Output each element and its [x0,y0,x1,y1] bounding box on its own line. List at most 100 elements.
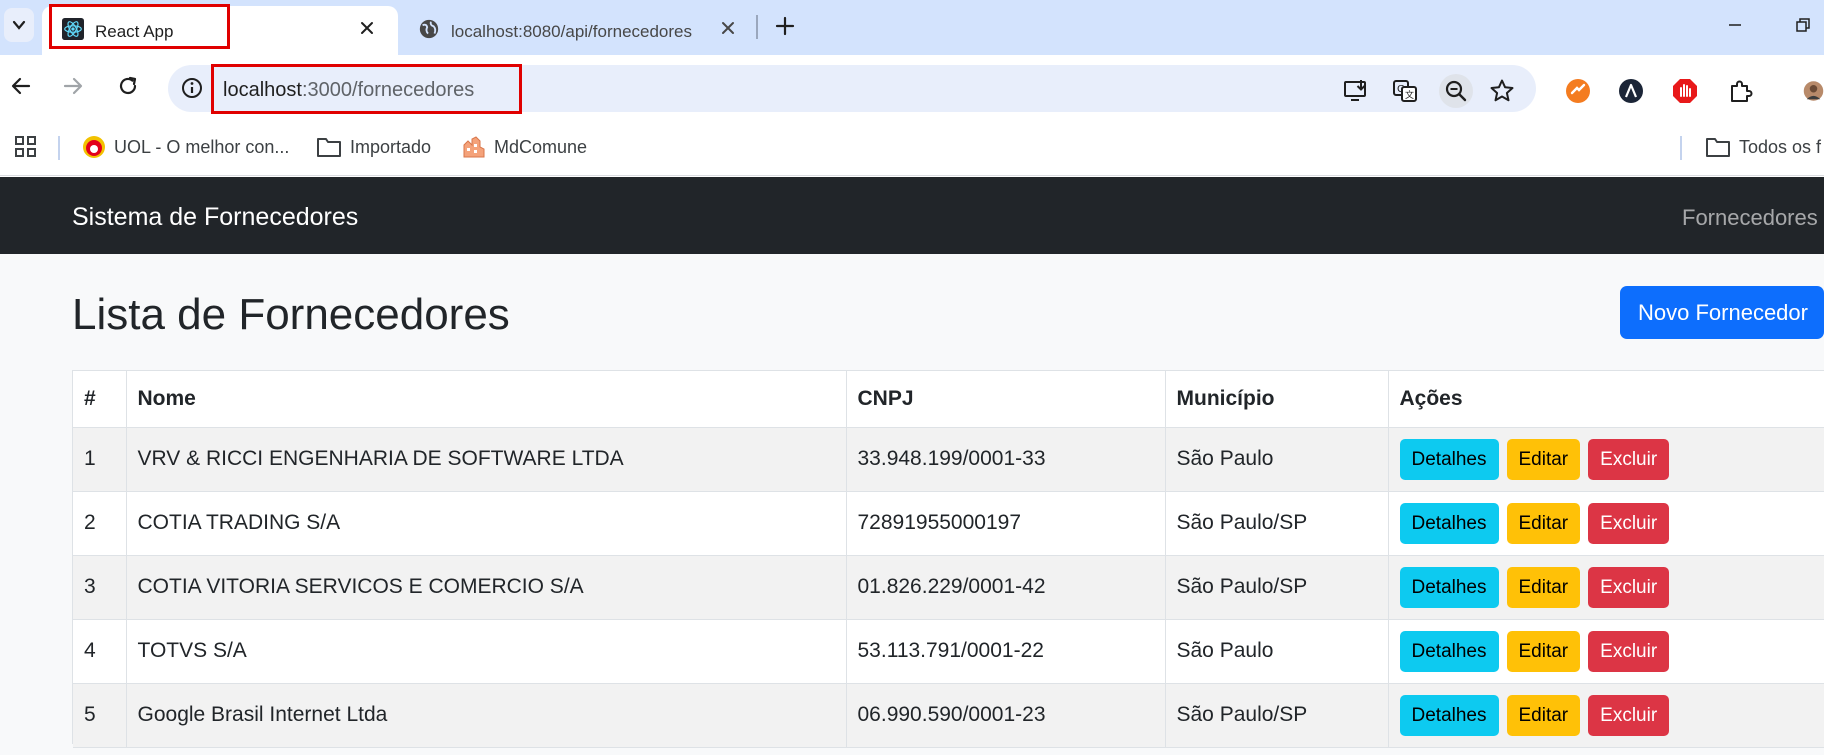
chevron-down-icon [12,20,26,30]
details-button[interactable]: Detalhes [1399,694,1499,736]
install-icon [1344,80,1366,101]
profile-avatar-button[interactable] [1803,77,1824,105]
table-row: 3 COTIA VITORIA SERVICOS E COMERCIO S/A … [73,555,1824,620]
bookmark-star-button[interactable] [1488,77,1516,105]
extension-a-icon [1619,79,1643,103]
reload-icon [119,76,137,95]
adblock-hand-icon [1673,79,1697,103]
bookmark-importado[interactable]: Importado [316,134,431,160]
info-icon [182,78,202,98]
zoom-out-icon [1445,80,1467,102]
globe-icon [419,19,439,39]
tab-close-button[interactable] [716,16,740,40]
cell-cnpj: 06.990.590/0001-23 [846,683,1166,748]
cell-actions: Detalhes Editar Excluir [1388,683,1824,748]
minimize-window-button[interactable] [1722,12,1748,38]
cell-municipio: São Paulo/SP [1165,683,1389,748]
tab-title: localhost:8080/api/fornecedores [451,22,692,41]
table-row: 2 COTIA TRADING S/A 72891955000197 São P… [73,491,1824,556]
details-button[interactable]: Detalhes [1399,630,1499,672]
extensions-menu-button[interactable] [1727,77,1755,105]
column-header-municipio: Município [1165,371,1389,428]
cell-cnpj: 33.948.199/0001-33 [846,427,1166,492]
tab-api-fornecedores[interactable]: localhost:8080/api/fornecedores [400,6,754,49]
navbar-brand[interactable]: Sistema de Fornecedores [72,203,358,232]
cell-municipio: São Paulo [1165,619,1389,684]
extension-adblock-button[interactable] [1671,77,1699,105]
table-row: 5 Google Brasil Internet Ltda 06.990.590… [73,683,1824,748]
browser-toolbar: localhost:3000/fornecedores G文 [0,55,1824,118]
delete-button[interactable]: Excluir [1588,694,1670,736]
delete-button[interactable]: Excluir [1588,566,1670,608]
browser-tab-strip: React App localhost:8080/api/fornecedore… [0,0,1824,55]
bookmark-all-folder[interactable]: Todos os f [1705,134,1821,160]
column-header-cnpj: CNPJ [846,371,1166,428]
table-row: 1 VRV & RICCI ENGENHARIA DE SOFTWARE LTD… [73,427,1824,492]
page-title: Lista de Fornecedores [72,290,510,339]
new-tab-button[interactable] [770,11,800,41]
edit-button[interactable]: Editar [1506,694,1581,736]
cell-municipio: São Paulo/SP [1165,555,1389,620]
cell-nome: COTIA TRADING S/A [126,491,847,556]
edit-button[interactable]: Editar [1506,630,1581,672]
delete-button[interactable]: Excluir [1588,630,1670,672]
column-header-acoes: Ações [1388,371,1824,428]
site-info-button[interactable] [180,76,204,100]
restore-window-button[interactable] [1790,12,1816,38]
cell-cnpj: 53.113.791/0001-22 [846,619,1166,684]
apps-grid-icon [15,136,36,157]
svg-text:文: 文 [1405,89,1414,101]
details-button[interactable]: Detalhes [1399,438,1499,480]
nav-link-fornecedores[interactable]: Fornecedores [1682,205,1818,231]
close-icon [361,22,373,34]
edit-button[interactable]: Editar [1506,502,1581,544]
folder-icon [317,138,341,157]
cell-cnpj: 72891955000197 [846,491,1166,556]
install-app-button[interactable] [1342,77,1370,105]
cell-nome: COTIA VITORIA SERVICOS E COMERCIO S/A [126,555,847,620]
star-icon [1490,79,1514,102]
zoom-button[interactable] [1439,74,1473,108]
forward-button[interactable] [58,71,88,101]
back-button[interactable] [6,71,36,101]
apps-button[interactable] [14,134,38,160]
bookmark-label: MdComune [494,136,588,157]
tab-close-button[interactable] [355,16,379,40]
avatar-icon [1803,81,1824,101]
restore-icon [1796,18,1810,32]
cell-id: 5 [73,683,127,748]
new-supplier-button[interactable]: Novo Fornecedor [1620,286,1824,339]
tab-search-button[interactable] [4,8,34,42]
edit-button[interactable]: Editar [1506,438,1581,480]
bookmark-label: Importado [350,136,432,157]
cell-cnpj: 01.826.229/0001-42 [846,555,1166,620]
edit-button[interactable]: Editar [1506,566,1581,608]
puzzle-icon [1731,80,1753,102]
plus-icon [775,16,795,36]
tab-divider [756,15,758,39]
cell-actions: Detalhes Editar Excluir [1388,491,1824,556]
extension-orange-button[interactable] [1564,77,1592,105]
cell-actions: Detalhes Editar Excluir [1388,555,1824,620]
bookmark-divider [1680,136,1682,160]
cell-id: 4 [73,619,127,684]
table-row: 4 TOTVS S/A 53.113.791/0001-22 São Paulo… [73,619,1824,684]
cell-municipio: São Paulo/SP [1165,491,1389,556]
bookmark-mdcomune[interactable]: MdComune [462,134,587,160]
cell-id: 2 [73,491,127,556]
details-button[interactable]: Detalhes [1399,502,1499,544]
extension-a-button[interactable] [1617,77,1645,105]
translate-button[interactable]: G文 [1391,77,1419,105]
cell-actions: Detalhes Editar Excluir [1388,427,1824,492]
translate-icon: G文 [1393,80,1417,102]
bookmark-uol[interactable]: UOL - O melhor con... [82,134,289,160]
details-button[interactable]: Detalhes [1399,566,1499,608]
delete-button[interactable]: Excluir [1588,438,1670,480]
cell-nome: VRV & RICCI ENGENHARIA DE SOFTWARE LTDA [126,427,847,492]
reload-button[interactable] [113,71,143,101]
column-header-nome: Nome [126,371,847,428]
cell-municipio: São Paulo [1165,427,1389,492]
cell-id: 3 [73,555,127,620]
arrow-right-icon [63,77,83,95]
delete-button[interactable]: Excluir [1588,502,1670,544]
